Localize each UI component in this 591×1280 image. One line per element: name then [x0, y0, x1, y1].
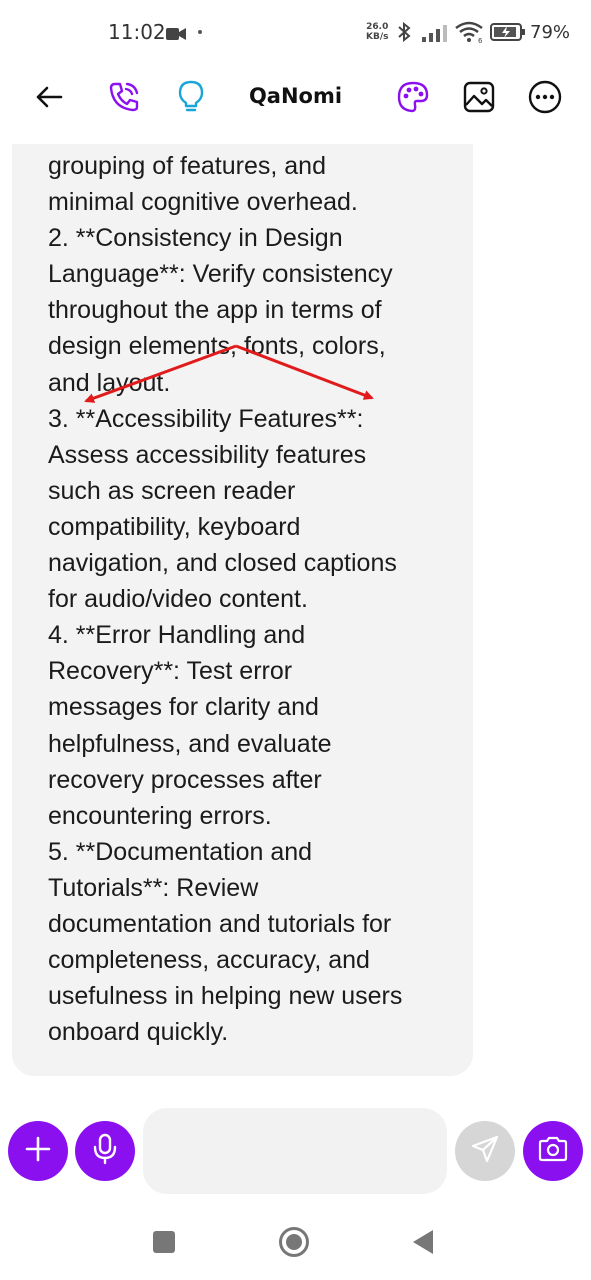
chat-area[interactable]: grouping of features, and minimal cogniti… — [0, 144, 591, 1094]
theme-button[interactable] — [392, 78, 434, 120]
status-time: 11:02 — [108, 20, 166, 44]
gallery-button[interactable] — [458, 78, 500, 120]
app-bar: QaNomi — [0, 64, 591, 134]
chat-title: QaNomi — [248, 84, 343, 108]
battery-charging-icon — [490, 23, 526, 45]
system-nav-bar — [0, 1210, 591, 1280]
annotation-arrows — [84, 344, 374, 403]
microphone-icon — [92, 1133, 118, 1169]
send-button[interactable] — [455, 1121, 515, 1181]
input-bar — [0, 1104, 591, 1198]
camera-button[interactable] — [523, 1121, 583, 1181]
annotation-arrow-right — [235, 344, 374, 400]
network-speed-unit: KB/s — [366, 32, 389, 42]
back-triangle-icon — [411, 1229, 435, 1259]
add-attachment-button[interactable] — [8, 1121, 68, 1181]
plus-icon — [25, 1136, 51, 1166]
more-options-icon — [528, 80, 562, 118]
wifi-icon: 6 — [454, 20, 484, 48]
svg-text:6: 6 — [478, 37, 483, 44]
annotation-arrow-left — [84, 344, 237, 403]
notification-dot-icon — [198, 30, 202, 34]
network-speed: 26.0 KB/s — [366, 22, 388, 42]
network-speed-value: 26.0 — [366, 22, 389, 32]
message-input[interactable] — [143, 1108, 447, 1194]
battery-percent: 79% — [530, 22, 571, 43]
back-nav-button[interactable] — [405, 1226, 441, 1262]
more-options-button[interactable] — [524, 78, 566, 120]
home-button[interactable] — [276, 1226, 312, 1262]
video-camera-icon — [166, 26, 186, 45]
camera-icon — [537, 1135, 569, 1167]
bluetooth-icon — [396, 21, 412, 46]
palette-icon — [397, 81, 429, 117]
signal-strength-icon — [422, 24, 448, 46]
image-icon — [463, 81, 495, 117]
status-bar: 11:02 26.0 KB/s 6 79% — [0, 0, 591, 64]
recents-button[interactable] — [146, 1226, 182, 1262]
recents-square-icon — [152, 1230, 176, 1258]
voice-input-button[interactable] — [75, 1121, 135, 1181]
send-icon — [470, 1134, 500, 1168]
home-circle-icon — [278, 1226, 310, 1262]
